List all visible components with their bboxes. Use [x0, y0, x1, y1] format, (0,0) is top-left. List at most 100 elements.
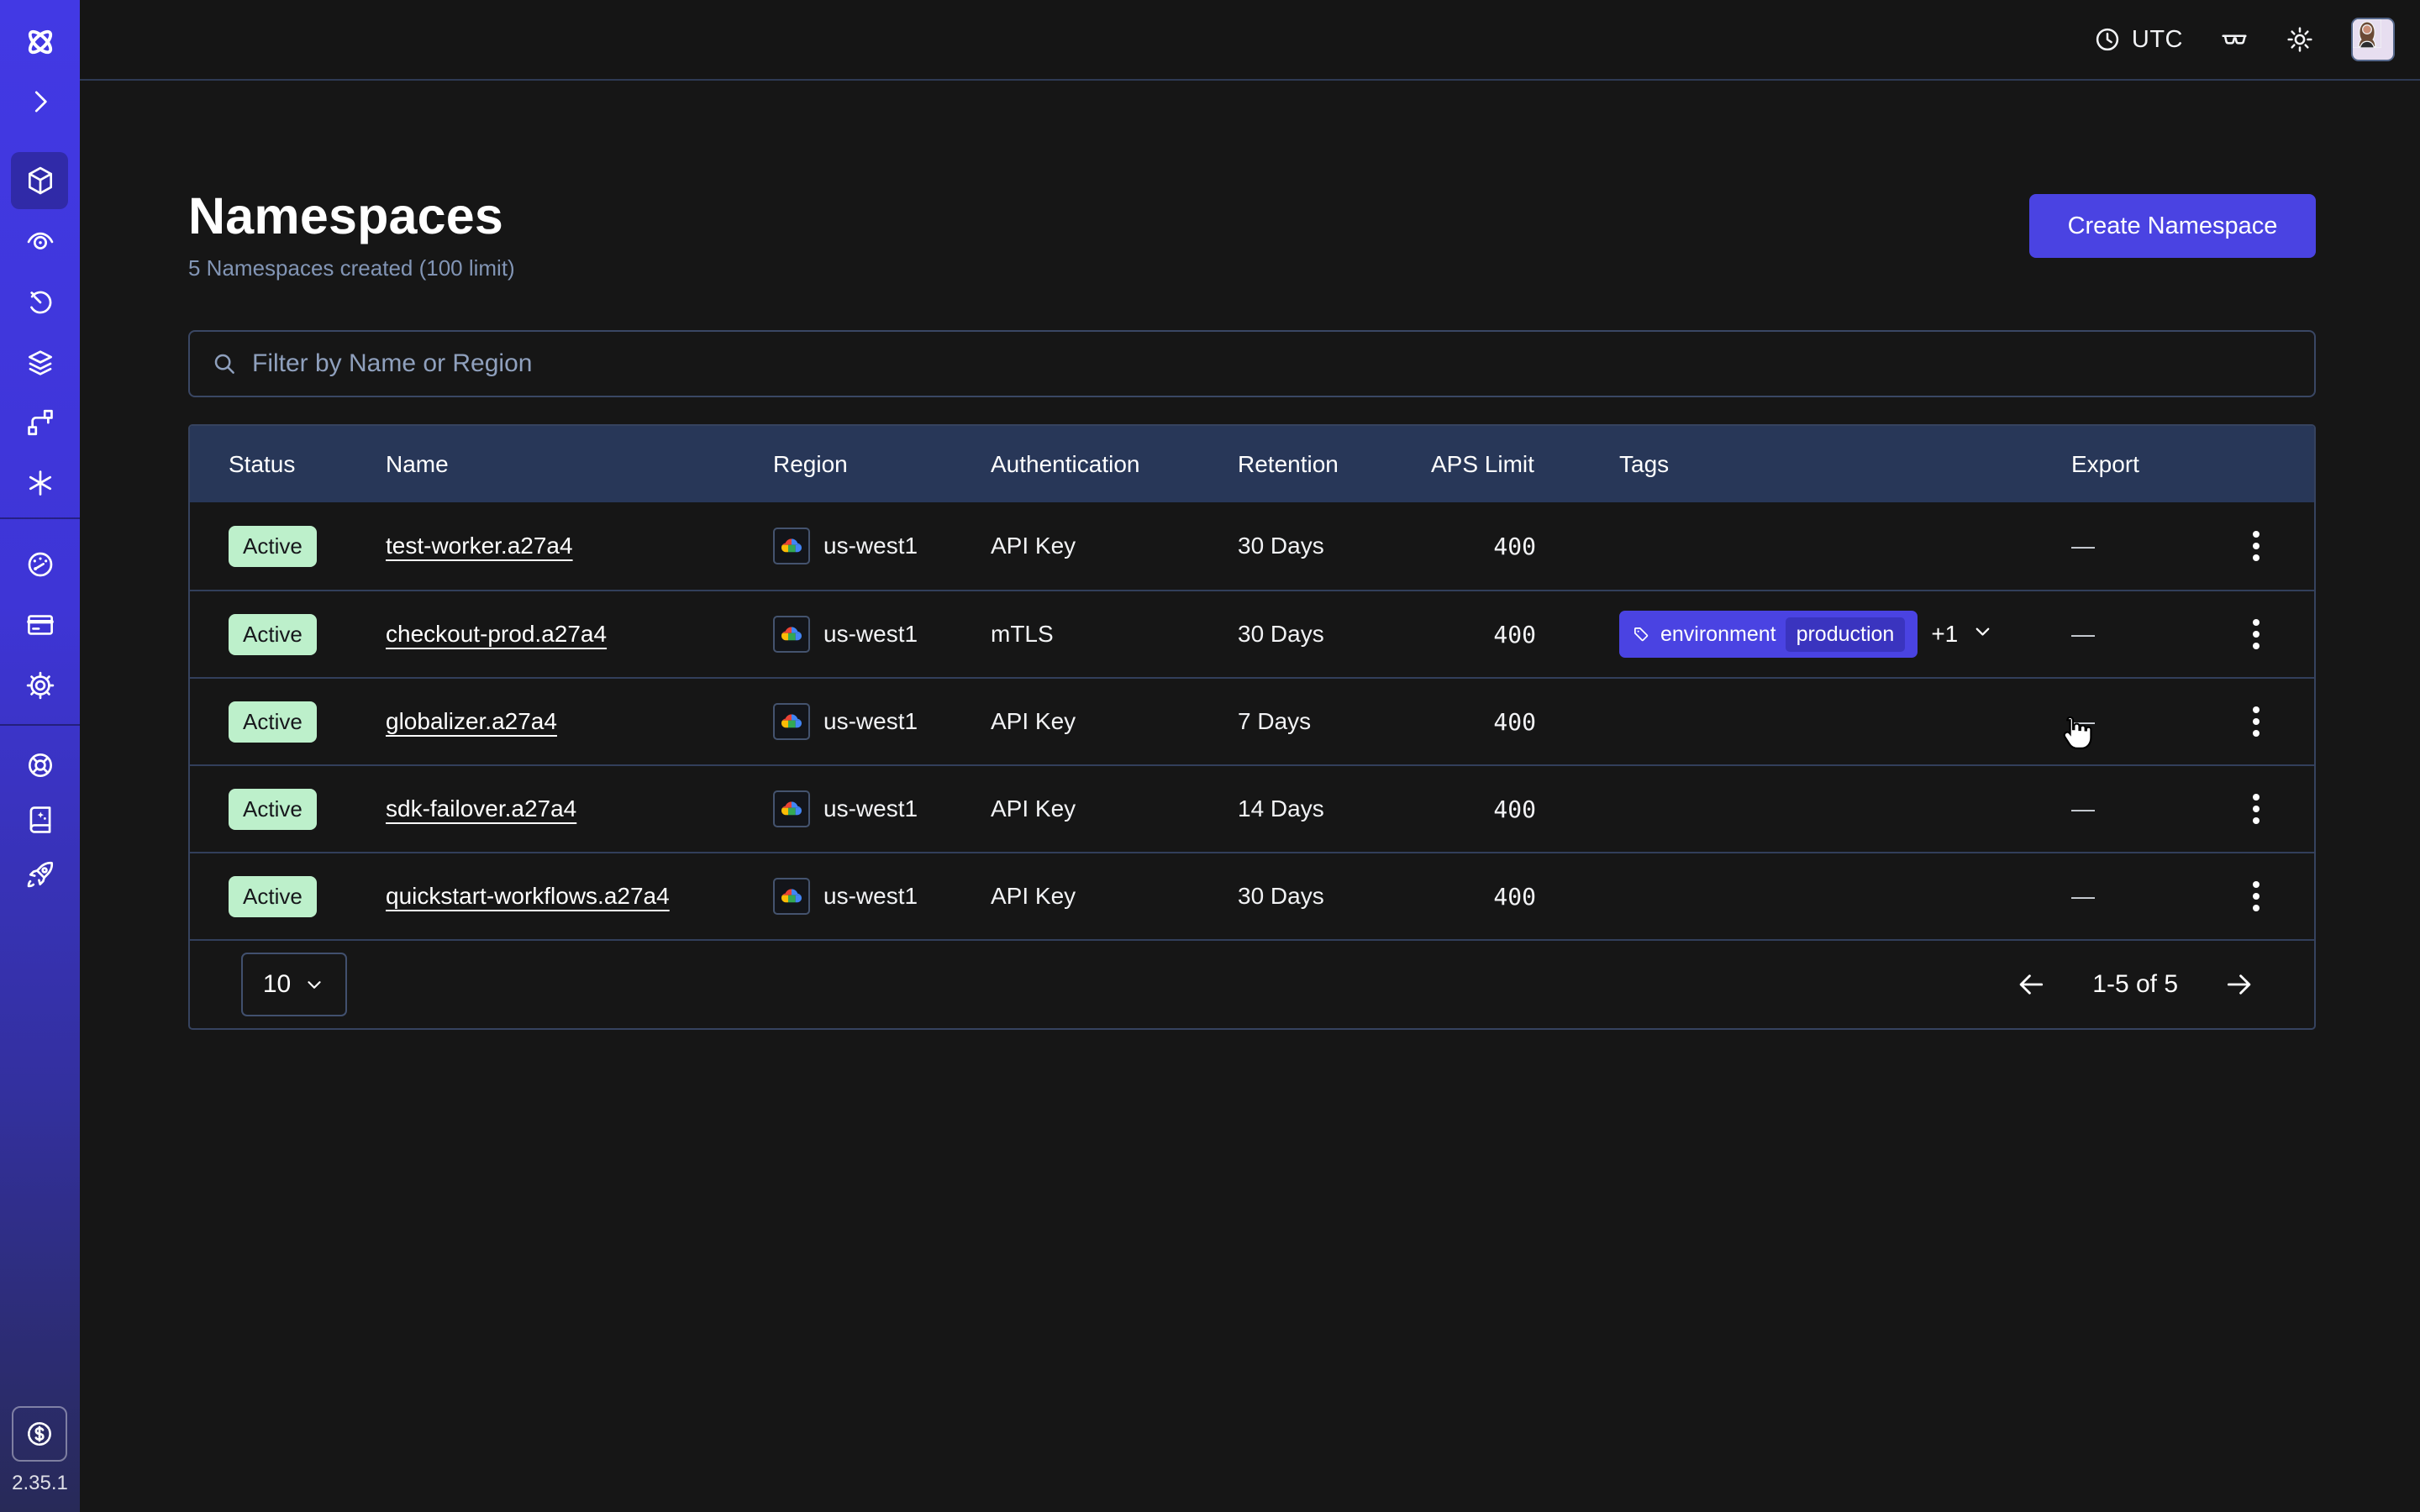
status-badge: Active	[229, 876, 317, 917]
sidebar-item-billing[interactable]	[0, 609, 80, 641]
export-status: —	[2071, 883, 2197, 910]
sidebar-item-getting-started[interactable]	[0, 858, 80, 890]
tag-pill[interactable]: environment production	[1619, 611, 1918, 658]
sidebar-item-schedules[interactable]	[0, 286, 80, 318]
aps-limit: 400	[1431, 708, 1619, 736]
google-cloud-icon	[773, 790, 810, 827]
col-retention: Retention	[1238, 451, 1431, 478]
sidebar: 2.35.1	[0, 0, 80, 1512]
auth-method: mTLS	[991, 621, 1238, 648]
export-status: —	[2071, 795, 2197, 822]
gauge-icon	[24, 549, 56, 580]
col-status: Status	[229, 451, 386, 478]
glasses-icon	[2220, 25, 2249, 54]
aps-limit: 400	[1431, 795, 1619, 823]
export-status: —	[2071, 533, 2197, 559]
sidebar-item-deployments[interactable]	[0, 347, 80, 379]
labs-toggle-button[interactable]	[2220, 25, 2249, 54]
auth-method: API Key	[991, 883, 1238, 910]
tag-key: environment	[1660, 622, 1776, 647]
sidebar-divider	[0, 517, 80, 519]
page-size-select[interactable]: 10	[241, 953, 347, 1016]
sidebar-item-namespaces[interactable]	[0, 165, 80, 197]
region-label: us-west1	[823, 795, 918, 822]
sidebar-item-monitoring[interactable]	[0, 225, 80, 257]
sidebar-item-nexus[interactable]	[0, 467, 80, 499]
clock-icon	[2093, 25, 2122, 54]
temporal-logo[interactable]	[0, 23, 80, 61]
table-row: Active test-worker.a27a4	[190, 502, 2314, 590]
aps-limit: 400	[1431, 621, 1619, 648]
next-page-arrow[interactable]	[2223, 969, 2255, 1000]
namespaces-table: Status Name Region Authentication Retent…	[188, 424, 2316, 1030]
region-label: us-west1	[823, 533, 918, 559]
tag-more-count[interactable]: +1	[1931, 621, 1958, 648]
theme-toggle-button[interactable]	[2286, 25, 2314, 54]
row-actions-menu[interactable]	[2246, 874, 2266, 918]
user-avatar[interactable]	[2351, 18, 2395, 61]
dollar-seal-icon	[23, 1417, 56, 1451]
branch-nodes-icon	[24, 407, 56, 438]
rocket-icon	[24, 858, 56, 890]
tags-expand-button[interactable]	[1971, 620, 1994, 648]
row-actions-menu[interactable]	[2246, 700, 2266, 743]
namespace-link[interactable]: globalizer.a27a4	[386, 708, 557, 734]
col-export: Export	[2071, 451, 2197, 478]
namespace-link[interactable]: checkout-prod.a27a4	[386, 621, 607, 647]
sidebar-item-usage[interactable]	[0, 549, 80, 580]
status-badge: Active	[229, 789, 317, 830]
tag-icon	[1632, 625, 1651, 644]
namespace-link[interactable]: sdk-failover.a27a4	[386, 795, 576, 822]
sidebar-item-docs[interactable]	[0, 803, 80, 835]
table-row: Active quickstart-workflows.a27a4	[190, 852, 2314, 939]
timezone-selector[interactable]: UTC	[2093, 25, 2183, 54]
retention-period: 30 Days	[1238, 533, 1431, 559]
export-status: —	[2071, 621, 2197, 648]
life-ring-icon	[24, 749, 56, 781]
avatar-portrait	[2353, 19, 2381, 48]
sidebar-divider	[0, 724, 80, 726]
prev-page-arrow[interactable]	[2015, 969, 2047, 1000]
namespace-link[interactable]: test-worker.a27a4	[386, 533, 573, 559]
chevron-right-icon	[24, 86, 56, 118]
filter-box	[188, 330, 2316, 397]
sidebar-item-support[interactable]	[0, 749, 80, 781]
page-subtitle: 5 Namespaces created (100 limit)	[188, 255, 515, 281]
timer-icon	[24, 286, 56, 318]
page-title: Namespaces	[188, 186, 515, 245]
layers-icon	[24, 347, 56, 379]
google-cloud-icon	[773, 616, 810, 653]
temporal-logo-icon	[21, 23, 60, 61]
row-actions-menu[interactable]	[2246, 612, 2266, 656]
timezone-label: UTC	[2132, 26, 2183, 54]
sidebar-expand-button[interactable]	[0, 86, 80, 118]
filter-input[interactable]	[252, 349, 2292, 378]
create-namespace-button[interactable]: Create Namespace	[2029, 194, 2316, 258]
namespace-link[interactable]: quickstart-workflows.a27a4	[386, 883, 670, 909]
col-aps-limit: APS Limit	[1431, 451, 1619, 478]
sidebar-item-settings[interactable]	[0, 669, 80, 701]
auth-method: API Key	[991, 795, 1238, 822]
topbar: UTC	[80, 0, 2420, 81]
row-actions-menu[interactable]	[2246, 524, 2266, 568]
table-row: Active sdk-failover.a27a4	[190, 764, 2314, 852]
gear-icon	[24, 669, 56, 701]
status-badge: Active	[229, 701, 317, 743]
col-region: Region	[773, 451, 991, 478]
retention-period: 30 Days	[1238, 883, 1431, 910]
page-size-value: 10	[263, 970, 291, 999]
aps-limit: 400	[1431, 533, 1619, 560]
plan-billing-badge-button[interactable]	[12, 1406, 67, 1462]
app-version: 2.35.1	[0, 1472, 80, 1495]
pagination-range: 1-5 of 5	[2092, 970, 2178, 999]
sidebar-item-batch-operations[interactable]	[0, 407, 80, 438]
google-cloud-icon	[773, 703, 810, 740]
status-badge: Active	[229, 526, 317, 567]
table-footer: 10 1-5 of 5	[190, 939, 2314, 1028]
row-actions-menu[interactable]	[2246, 787, 2266, 831]
retention-period: 7 Days	[1238, 708, 1431, 735]
search-icon	[212, 351, 237, 376]
spiral-eye-icon	[24, 225, 56, 257]
col-name: Name	[386, 451, 773, 478]
chevron-down-icon	[303, 974, 325, 995]
